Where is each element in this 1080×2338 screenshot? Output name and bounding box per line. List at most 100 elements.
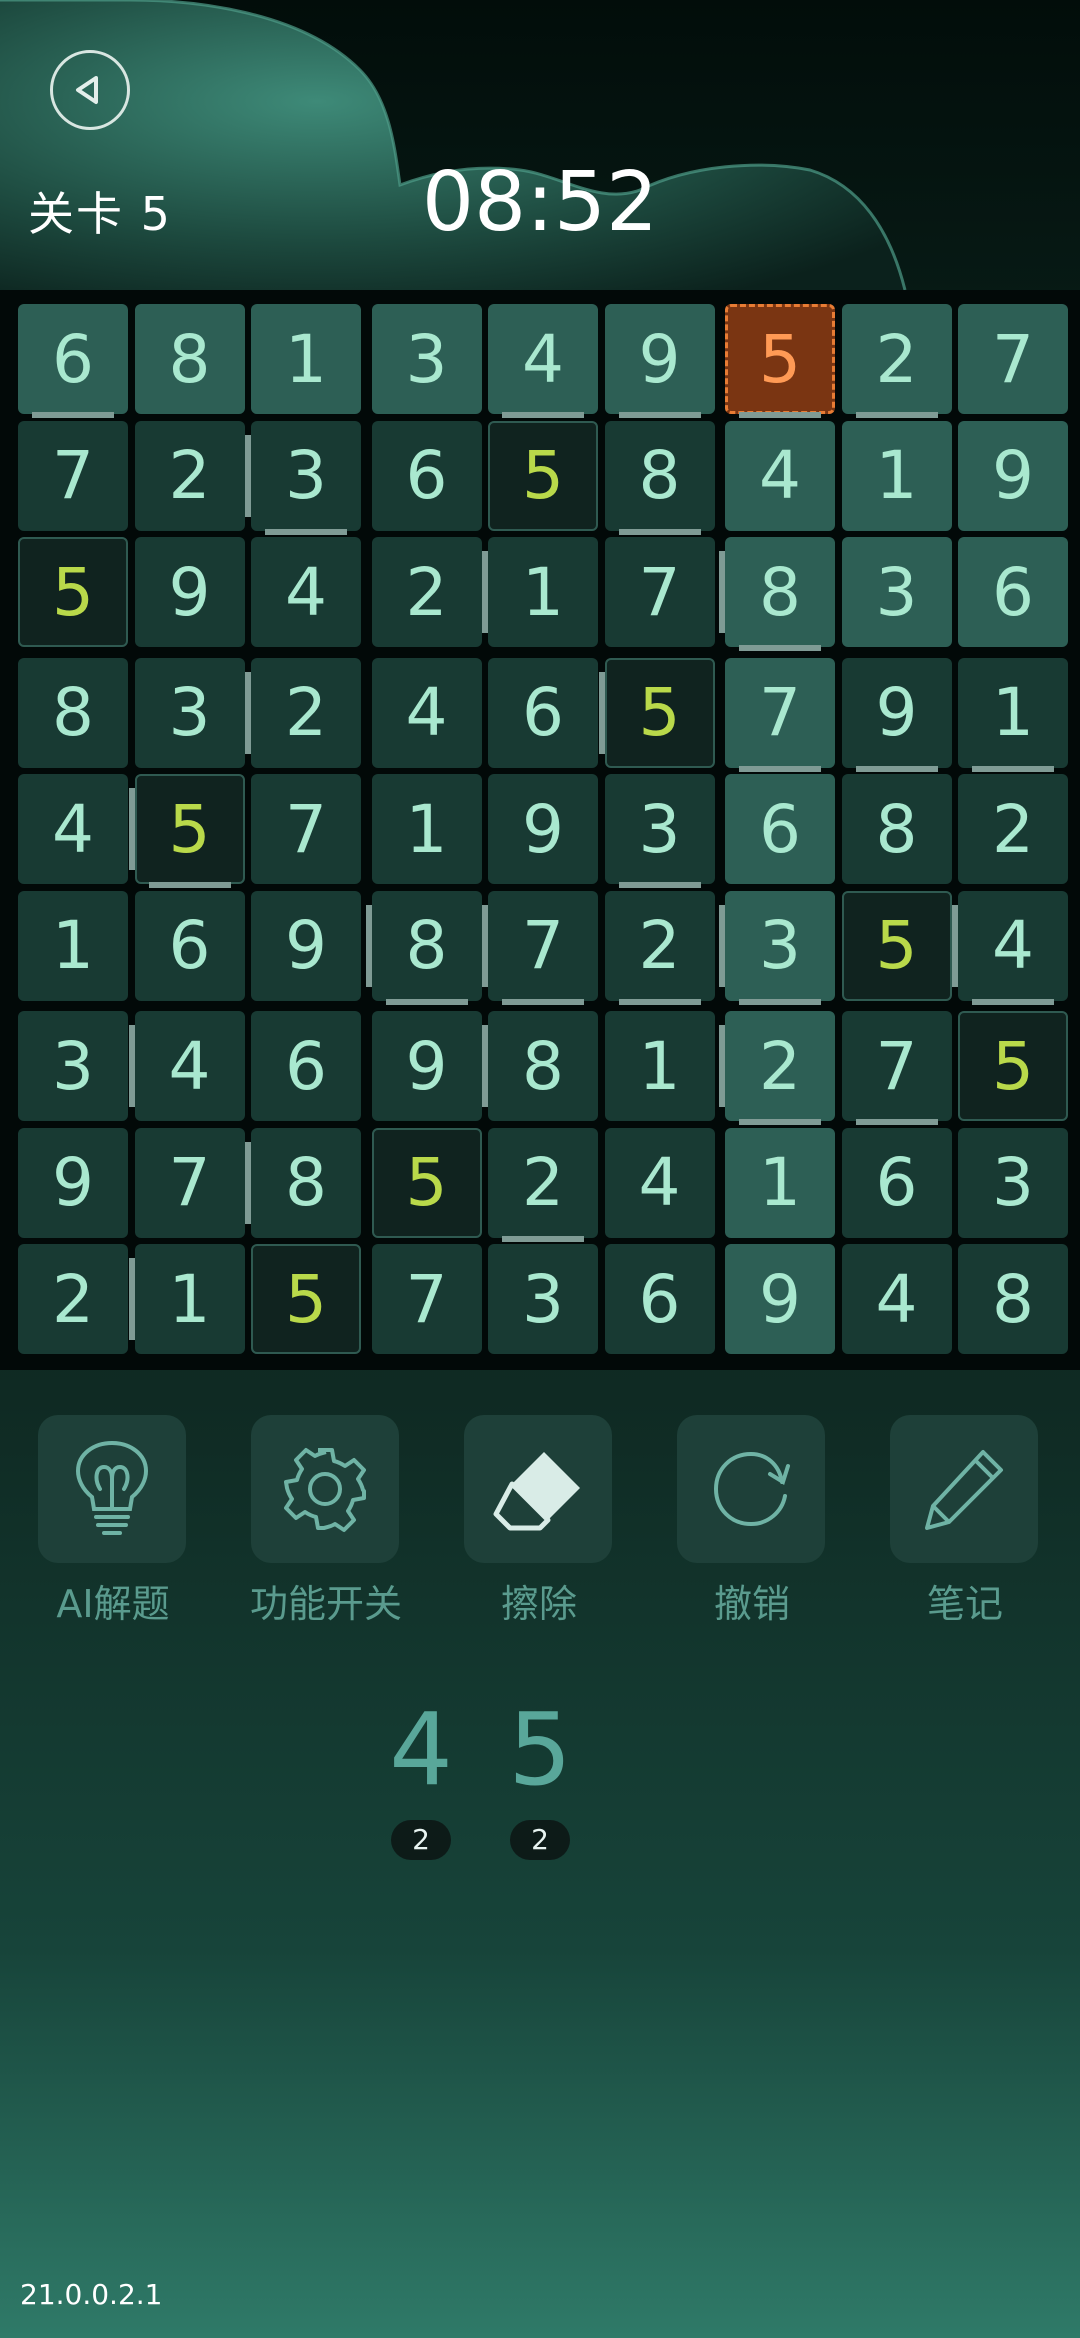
notes-tile	[890, 1415, 1038, 1563]
sudoku-cell[interactable]: 7	[958, 304, 1068, 414]
sudoku-cell[interactable]: 1	[604, 1011, 715, 1121]
sudoku-cell[interactable]: 7	[604, 537, 715, 647]
sudoku-cell[interactable]: 1	[134, 1244, 245, 1354]
sudoku-cell[interactable]: 4	[371, 657, 482, 768]
gear-icon	[284, 1448, 366, 1532]
sudoku-cell[interactable]: 4	[134, 1011, 245, 1121]
sudoku-cell[interactable]: 7	[251, 774, 361, 884]
sudoku-cell[interactable]: 6	[725, 774, 835, 884]
sudoku-cell[interactable]: 5	[18, 537, 128, 647]
sudoku-cell[interactable]: 8	[604, 420, 715, 531]
sudoku-cell[interactable]: 9	[725, 1244, 835, 1354]
sudoku-cell[interactable]: 4	[958, 890, 1068, 1001]
sudoku-cell[interactable]: 3	[488, 1244, 598, 1354]
sudoku-cell[interactable]: 8	[18, 657, 128, 768]
cell-separator-marker	[972, 765, 1054, 772]
cell-separator-marker	[265, 528, 347, 535]
back-arrow-icon	[76, 76, 98, 104]
undo-label: 撤销	[713, 1582, 790, 1626]
sudoku-cell[interactable]: 4	[604, 1127, 715, 1238]
sudoku-cell[interactable]: 6	[958, 537, 1068, 647]
sudoku-cell[interactable]: 6	[488, 657, 598, 768]
ai-solve-label: AI解题	[56, 1582, 170, 1626]
cell-separator-marker	[482, 551, 488, 633]
sudoku-cell[interactable]: 5	[841, 890, 952, 1001]
sudoku-cell[interactable]: 2	[958, 774, 1068, 884]
sudoku-cell[interactable]: 6	[18, 304, 128, 414]
number-pad-5[interactable]: 5 2	[480, 1690, 600, 1860]
sudoku-cell[interactable]: 4	[841, 1244, 952, 1354]
sudoku-cell[interactable]: 4	[725, 420, 835, 531]
sudoku-cell[interactable]: 3	[134, 657, 245, 768]
erase-tile	[464, 1415, 612, 1563]
sudoku-cell[interactable]: 8	[134, 304, 245, 414]
sudoku-cell[interactable]: 1	[371, 774, 482, 884]
sudoku-cell[interactable]: 3	[251, 420, 361, 531]
sudoku-cell[interactable]: 4	[251, 537, 361, 647]
sudoku-cell[interactable]: 3	[725, 890, 835, 1001]
sudoku-cell[interactable]: 7	[725, 657, 835, 768]
sudoku-cell[interactable]: 4	[18, 774, 128, 884]
sudoku-cell[interactable]: 5	[371, 1127, 482, 1238]
sudoku-cell[interactable]: 9	[604, 304, 715, 414]
sudoku-cell[interactable]: 9	[488, 774, 598, 884]
cell-separator-marker	[972, 998, 1054, 1005]
sudoku-cell[interactable]: 3	[841, 537, 952, 647]
sudoku-cell[interactable]: 1	[725, 1127, 835, 1238]
sudoku-cell[interactable]: 1	[488, 537, 598, 647]
sudoku-cell[interactable]: 6	[371, 420, 482, 531]
sudoku-cell[interactable]: 2	[488, 1127, 598, 1238]
sudoku-cell[interactable]: 9	[371, 1011, 482, 1121]
sudoku-cell[interactable]: 2	[18, 1244, 128, 1354]
cell-separator-marker	[739, 1119, 821, 1125]
sudoku-cell[interactable]: 6	[841, 1127, 952, 1238]
sudoku-cell[interactable]: 9	[134, 537, 245, 647]
back-button[interactable]	[50, 50, 130, 130]
sudoku-cell[interactable]: 1	[18, 890, 128, 1001]
sudoku-cell[interactable]: 3	[18, 1011, 128, 1121]
sudoku-cell[interactable]: 5	[604, 657, 715, 768]
sudoku-cell[interactable]: 9	[841, 657, 952, 768]
sudoku-cell[interactable]: 9	[958, 420, 1068, 531]
sudoku-cell[interactable]: 2	[841, 304, 952, 414]
cell-separator-marker	[952, 904, 958, 987]
sudoku-cell[interactable]: 2	[371, 537, 482, 647]
sudoku-cell[interactable]: 8	[958, 1244, 1068, 1354]
sudoku-cell[interactable]: 3	[604, 774, 715, 884]
sudoku-cell[interactable]: 4	[488, 304, 598, 414]
sudoku-cell[interactable]: 1	[958, 657, 1068, 768]
sudoku-cell[interactable]: 3	[371, 304, 482, 414]
cell-separator-marker	[32, 412, 114, 418]
sudoku-cell[interactable]: 7	[371, 1244, 482, 1354]
sudoku-cell[interactable]: 2	[134, 420, 245, 531]
sudoku-cell[interactable]: 6	[251, 1011, 361, 1121]
sudoku-cell[interactable]: 8	[488, 1011, 598, 1121]
sudoku-cell[interactable]: 5	[958, 1011, 1068, 1121]
sudoku-cell[interactable]: 6	[134, 890, 245, 1001]
sudoku-cell[interactable]: 7	[18, 420, 128, 531]
pencil-icon	[925, 1450, 1003, 1530]
sudoku-cell[interactable]: 5	[725, 304, 835, 414]
sudoku-cell[interactable]: 2	[725, 1011, 835, 1121]
sudoku-cell[interactable]: 2	[251, 657, 361, 768]
sudoku-cell[interactable]: 1	[841, 420, 952, 531]
sudoku-cell[interactable]: 5	[251, 1244, 361, 1354]
sudoku-cell[interactable]: 5	[488, 420, 598, 531]
sudoku-cell[interactable]: 3	[958, 1127, 1068, 1238]
sudoku-cell[interactable]: 8	[251, 1127, 361, 1238]
sudoku-cell[interactable]: 8	[841, 774, 952, 884]
sudoku-cell[interactable]: 6	[604, 1244, 715, 1354]
game-timer: 08:52	[421, 155, 659, 250]
sudoku-cell[interactable]: 8	[725, 537, 835, 647]
sudoku-cell[interactable]: 2	[604, 890, 715, 1001]
sudoku-cell[interactable]: 9	[18, 1127, 128, 1238]
sudoku-cell[interactable]: 7	[841, 1011, 952, 1121]
sudoku-cell[interactable]: 7	[488, 890, 598, 1001]
cell-separator-marker	[482, 904, 488, 987]
sudoku-cell[interactable]: 1	[251, 304, 361, 414]
number-pad-4[interactable]: 4 2	[361, 1690, 481, 1860]
sudoku-cell[interactable]: 7	[134, 1127, 245, 1238]
sudoku-cell[interactable]: 5	[134, 774, 245, 884]
sudoku-cell[interactable]: 8	[371, 890, 482, 1001]
sudoku-cell[interactable]: 9	[251, 890, 361, 1001]
